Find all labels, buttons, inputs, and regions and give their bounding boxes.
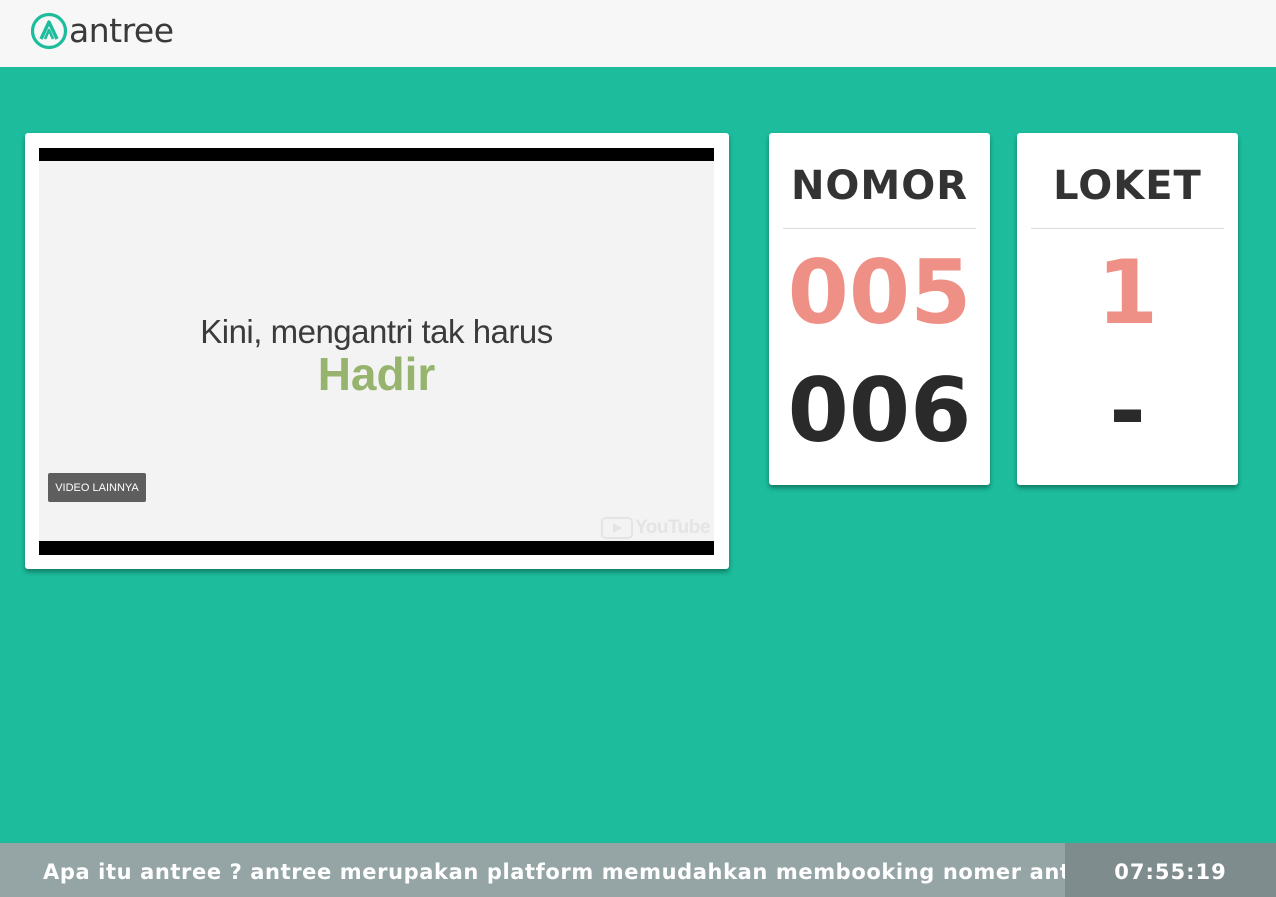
antree-logo[interactable]: antree (30, 12, 174, 50)
top-header: antree (0, 0, 1276, 67)
footer-bar: Apa itu antree ? antree merupakan platfo… (0, 843, 1276, 897)
video-screen[interactable]: Kini, mengantri tak harus Hadir VIDEO LA… (39, 161, 714, 541)
current-number: 005 (787, 241, 972, 344)
video-headline: Kini, mengantri tak harus (200, 313, 553, 350)
clock-box: 07:55:19 (1065, 843, 1276, 897)
ticker-text: Apa itu antree ? antree merupakan platfo… (43, 860, 1065, 884)
antree-logo-icon (30, 12, 68, 50)
more-videos-button[interactable]: VIDEO LAINNYA (48, 473, 146, 502)
nomor-title: NOMOR (790, 163, 969, 209)
youtube-play-icon (601, 517, 633, 539)
next-number: 006 (787, 359, 972, 462)
divider (783, 228, 976, 229)
video-card: Kini, mengantri tak harus Hadir VIDEO LA… (25, 133, 729, 569)
logo-text: antree (69, 11, 174, 50)
next-counter: - (1109, 359, 1146, 462)
youtube-label: YouTube (635, 517, 710, 538)
youtube-logo[interactable]: YouTube (601, 515, 710, 541)
loket-card: LOKET 1 - (1017, 133, 1238, 485)
news-ticker: Apa itu antree ? antree merupakan platfo… (0, 843, 1065, 897)
divider (1031, 228, 1224, 229)
loket-title: LOKET (1053, 163, 1202, 209)
video-highlight: Hadir (317, 348, 436, 400)
nomor-card: NOMOR 005 006 (769, 133, 990, 485)
clock: 07:55:19 (1114, 860, 1227, 884)
current-counter: 1 (1096, 241, 1159, 344)
video-player[interactable]: Kini, mengantri tak harus Hadir VIDEO LA… (39, 148, 714, 555)
